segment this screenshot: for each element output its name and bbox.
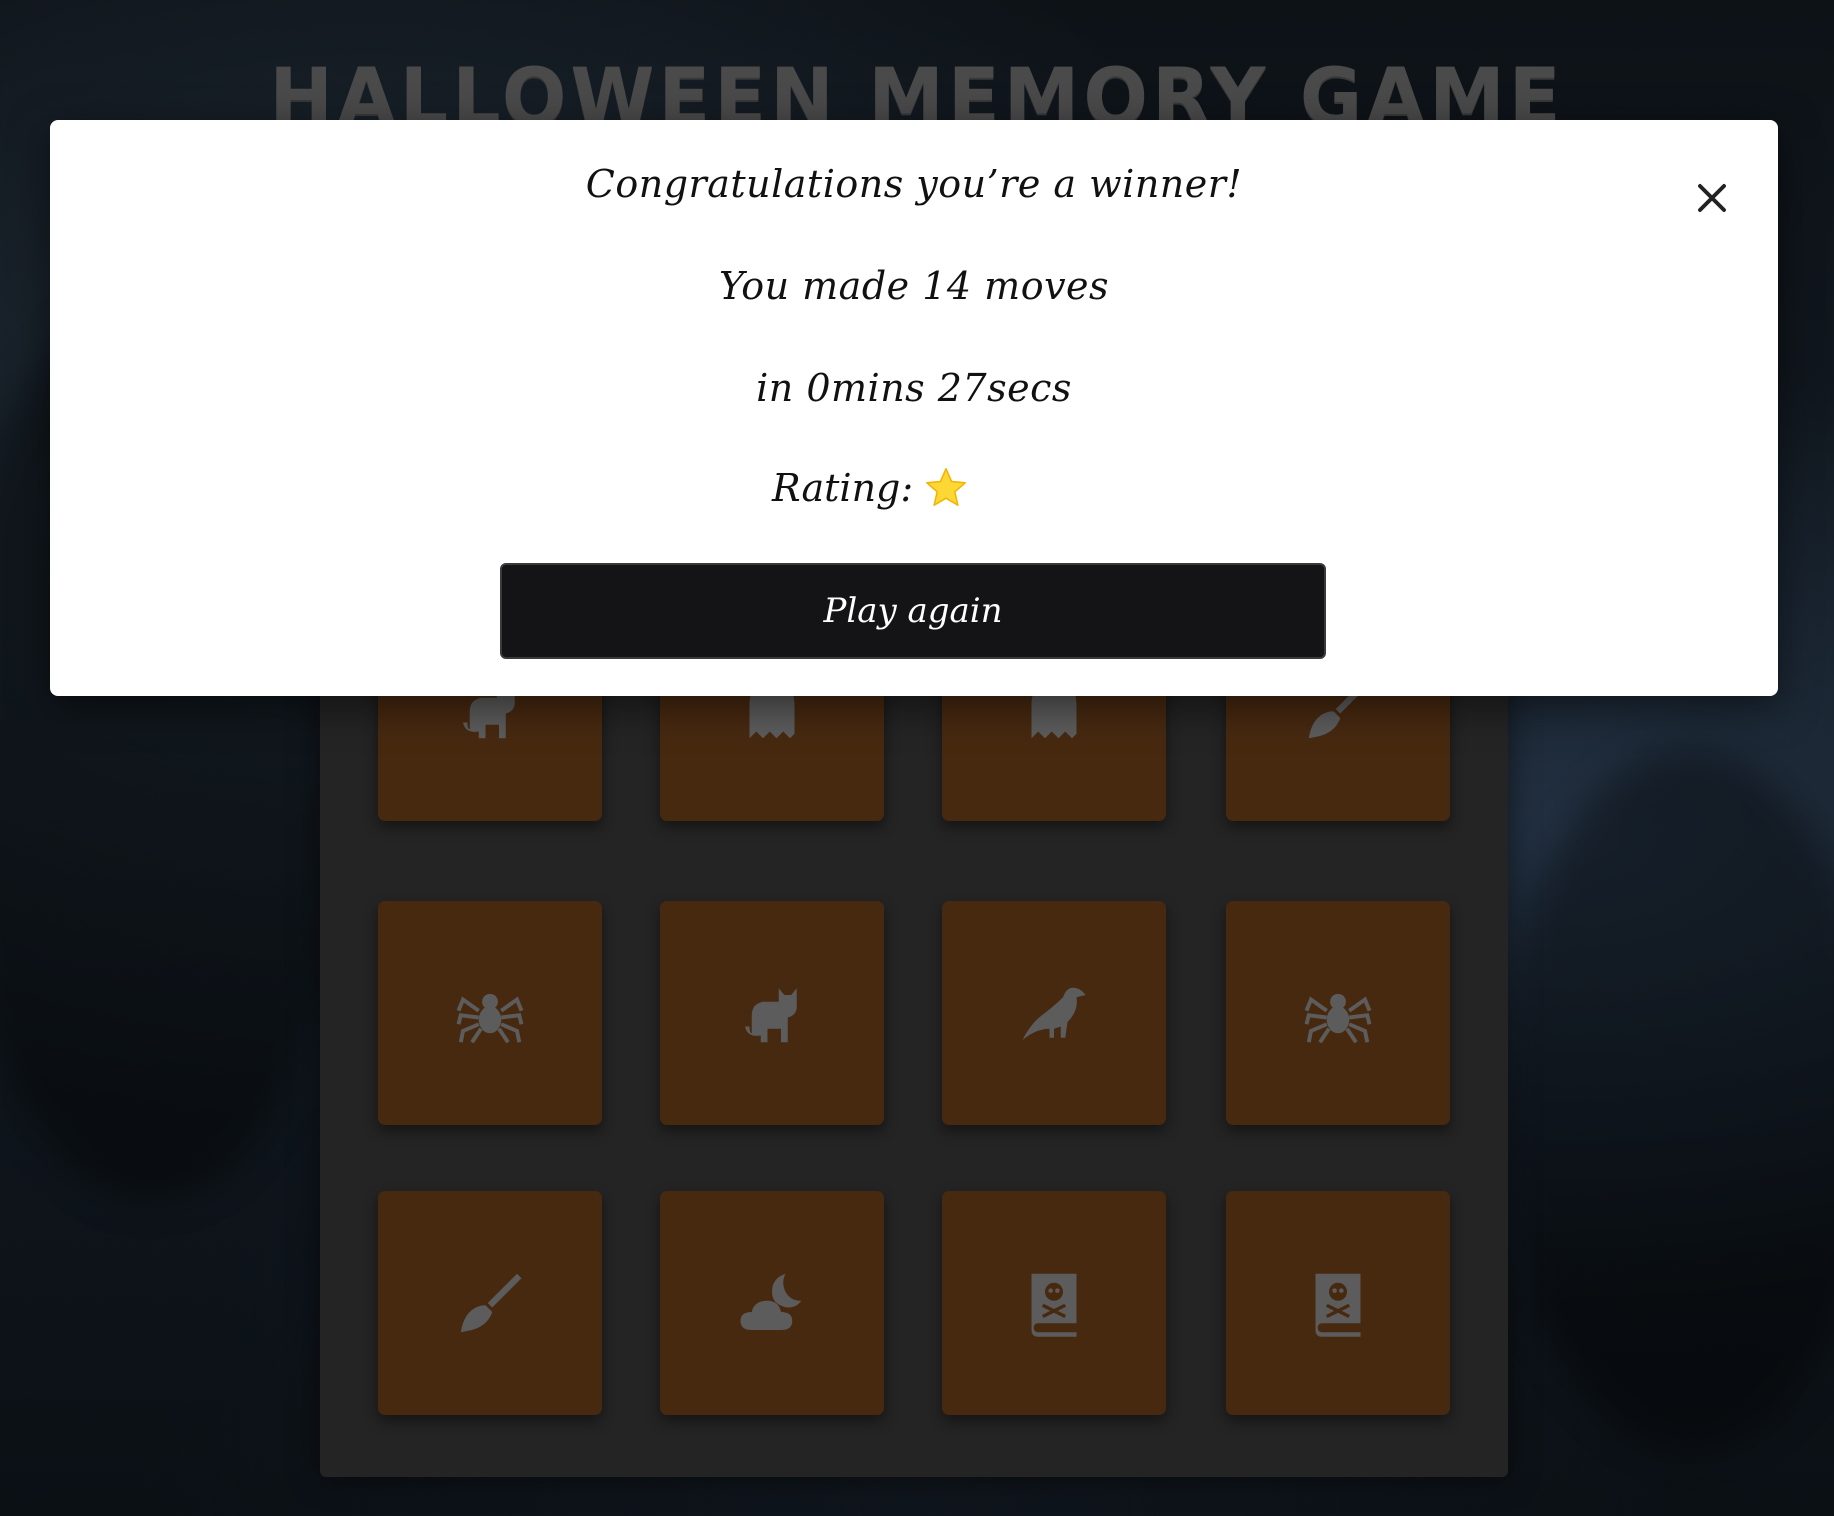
time-summary: in 0mins 27secs (756, 366, 1072, 410)
background-shadow (1500, 750, 1834, 1450)
memory-card[interactable] (1226, 1191, 1450, 1415)
cloud-moon-icon (740, 1273, 802, 1330)
broom-icon (460, 1273, 522, 1333)
crow-icon (1022, 987, 1086, 1040)
rating-label: Rating: (772, 466, 914, 510)
cat-icon (745, 988, 797, 1043)
close-button[interactable] (1694, 180, 1730, 216)
play-again-button[interactable]: Play again (500, 563, 1326, 659)
close-icon (1698, 184, 1726, 212)
rating-row: Rating: (772, 465, 969, 511)
memory-card[interactable] (378, 1191, 602, 1415)
winner-modal: Congratulations you’re a winner! You mad… (50, 120, 1778, 696)
spider-icon (1304, 993, 1372, 1044)
memory-card[interactable] (660, 901, 884, 1125)
memory-card[interactable] (378, 901, 602, 1125)
memory-card[interactable] (942, 1191, 1166, 1415)
game-board (320, 597, 1508, 1477)
memory-card[interactable] (1226, 901, 1450, 1125)
moves-summary: You made 14 moves (718, 264, 1110, 308)
memory-card[interactable] (660, 1191, 884, 1415)
book-skull-icon (1315, 1273, 1361, 1337)
spider-icon (456, 993, 524, 1044)
memory-card[interactable] (942, 901, 1166, 1125)
book-skull-icon (1031, 1273, 1077, 1337)
star-icon (926, 468, 967, 507)
congratulations-heading: Congratulations you’re a winner! (585, 162, 1243, 206)
